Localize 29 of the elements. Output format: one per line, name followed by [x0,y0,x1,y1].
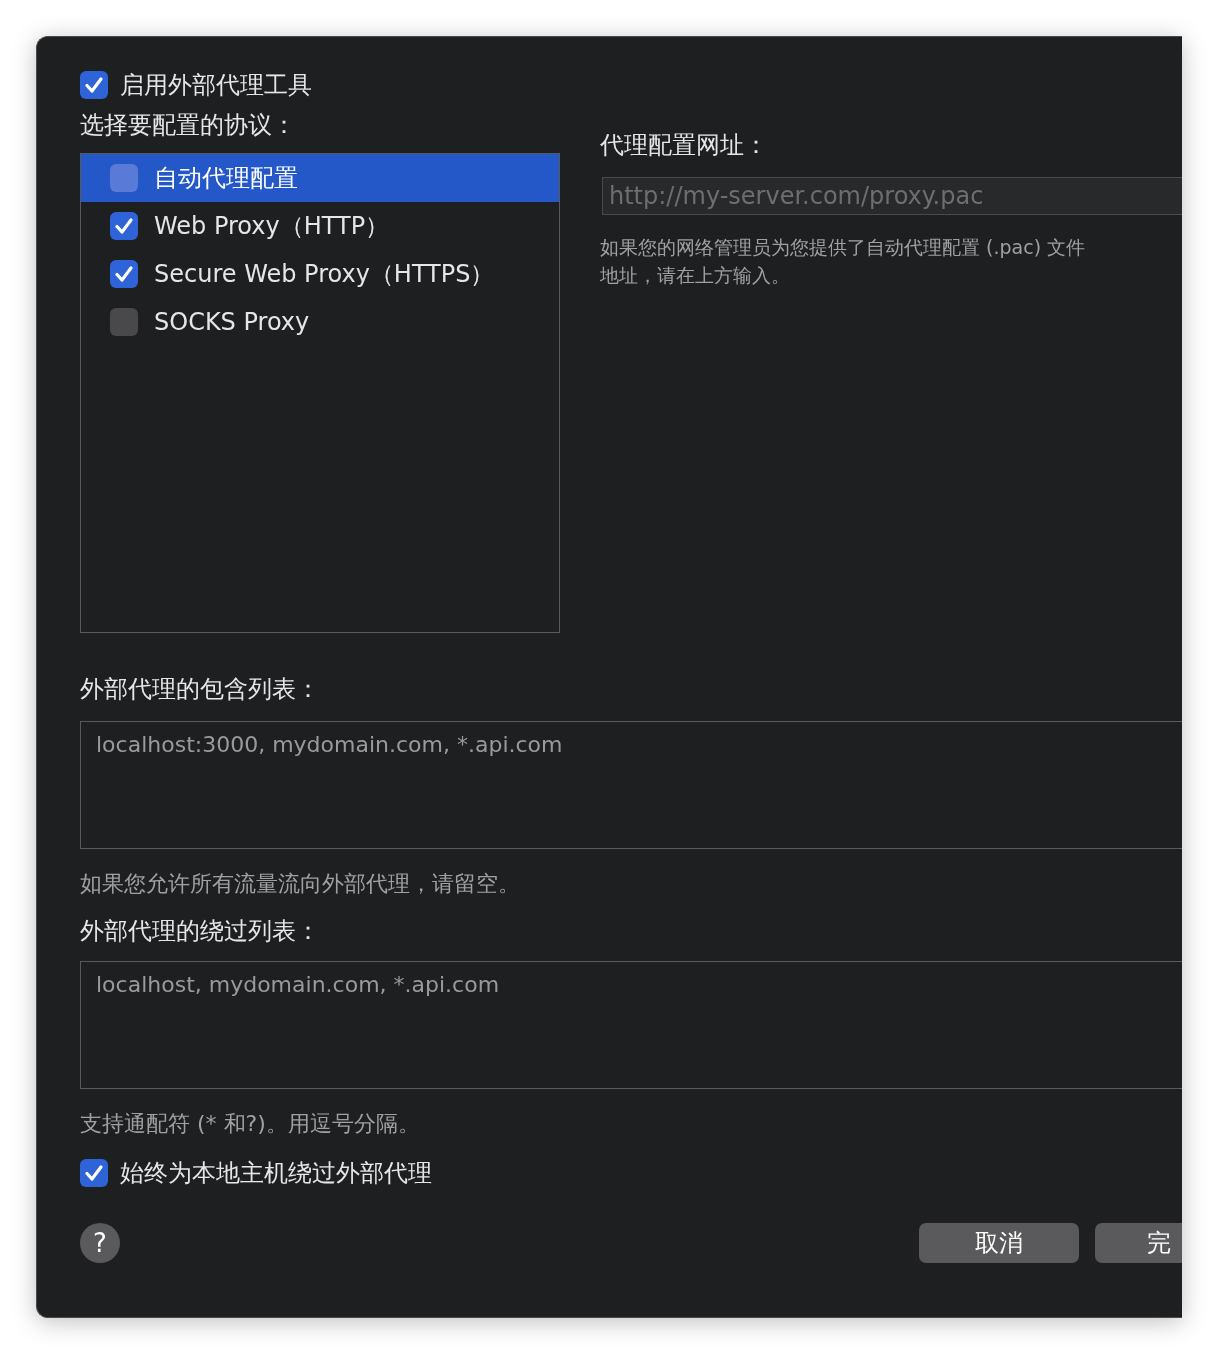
dialog-button[interactable]: 完 [1095,1223,1182,1263]
dialog-button[interactable]: 取消 [919,1223,1079,1263]
list-item[interactable]: Web Proxy（HTTP） [81,202,559,250]
checkbox[interactable] [110,308,138,336]
checkbox[interactable] [110,260,138,288]
checkbox[interactable] [110,212,138,240]
field-label: 代理配置网址： [600,130,769,161]
item-label: Secure Web Proxy（HTTPS） [154,259,495,290]
section-label: 选择要配置的协议： [80,110,297,141]
note-text: 如果您允许所有流量流向外部代理，请留空。 [80,870,521,898]
checkbox-label: 启用外部代理工具 [120,70,312,101]
checkbox[interactable] [80,1159,108,1187]
include-list-field[interactable]: localhost:3000, mydomain.com, *.api.com [80,721,1182,849]
section-label: 外部代理的包含列表： [80,675,320,703]
note-text: 支持通配符 (* 和?)。用逗号分隔。 [80,1110,421,1138]
help-button[interactable]: ? [80,1223,120,1263]
list-item[interactable]: SOCKS Proxy [81,298,559,346]
list-item[interactable]: Secure Web Proxy（HTTPS） [81,250,559,298]
list-item[interactable]: 自动代理配置 [81,154,559,202]
help-text: 如果您的网络管理员为您提供了自动代理配置 (.pac) 文件 地址，请在上方输入。 [600,235,1087,288]
bypass-list-field[interactable]: localhost, mydomain.com, *.api.com [80,961,1182,1089]
checkbox[interactable] [110,164,138,192]
item-label: Web Proxy（HTTP） [154,211,390,242]
section-label: 外部代理的绕过列表： [80,916,321,947]
checkbox-label: 始终为本地主机绕过外部代理 [120,1158,432,1189]
item-label: SOCKS Proxy [154,308,310,336]
item-label: 自动代理配置 [154,163,298,194]
url-field[interactable]: http://my-server.com/proxy.pac [602,177,1182,215]
checkbox[interactable] [80,71,108,99]
